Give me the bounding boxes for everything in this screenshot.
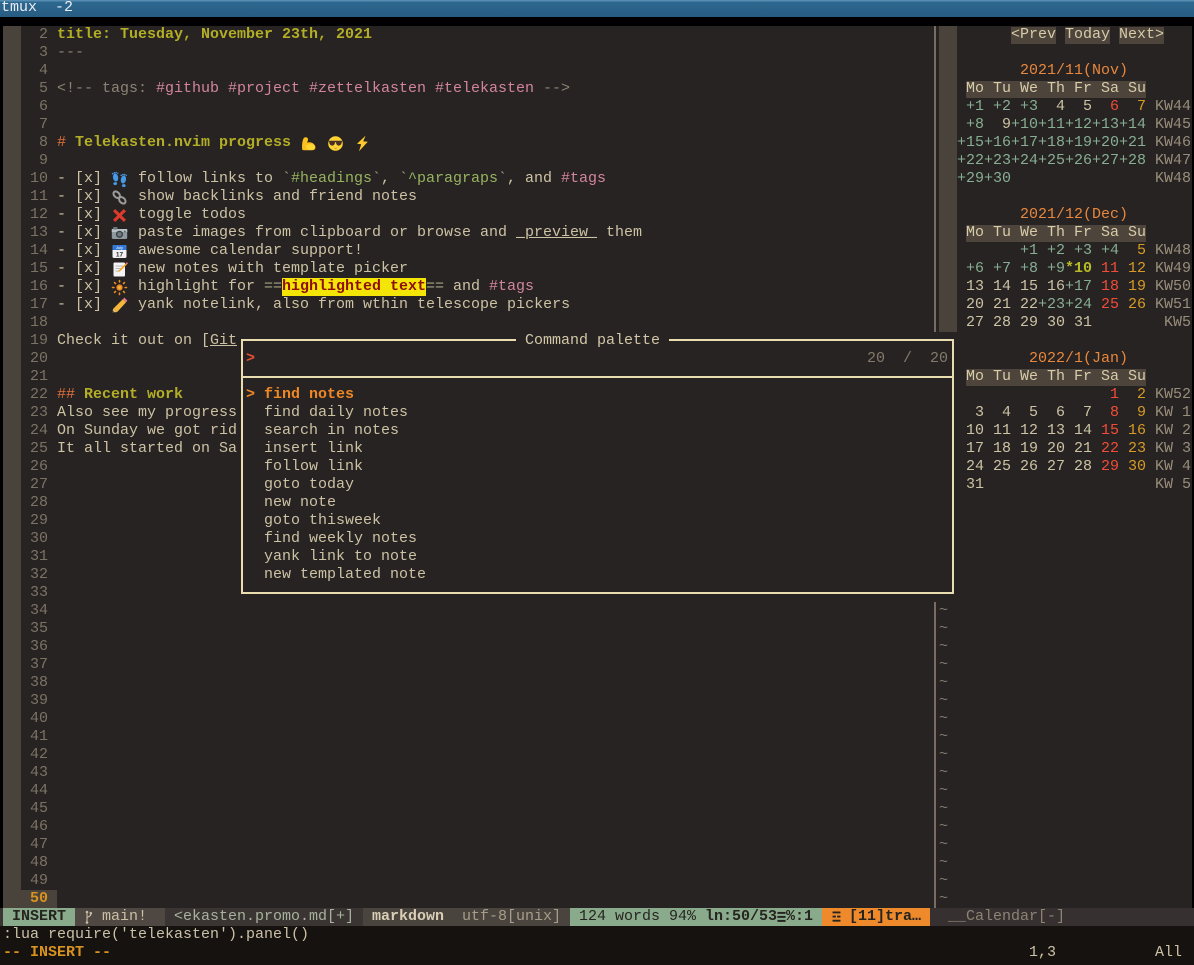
svg-text:17: 17	[116, 251, 124, 258]
svg-text:July: July	[116, 245, 123, 250]
